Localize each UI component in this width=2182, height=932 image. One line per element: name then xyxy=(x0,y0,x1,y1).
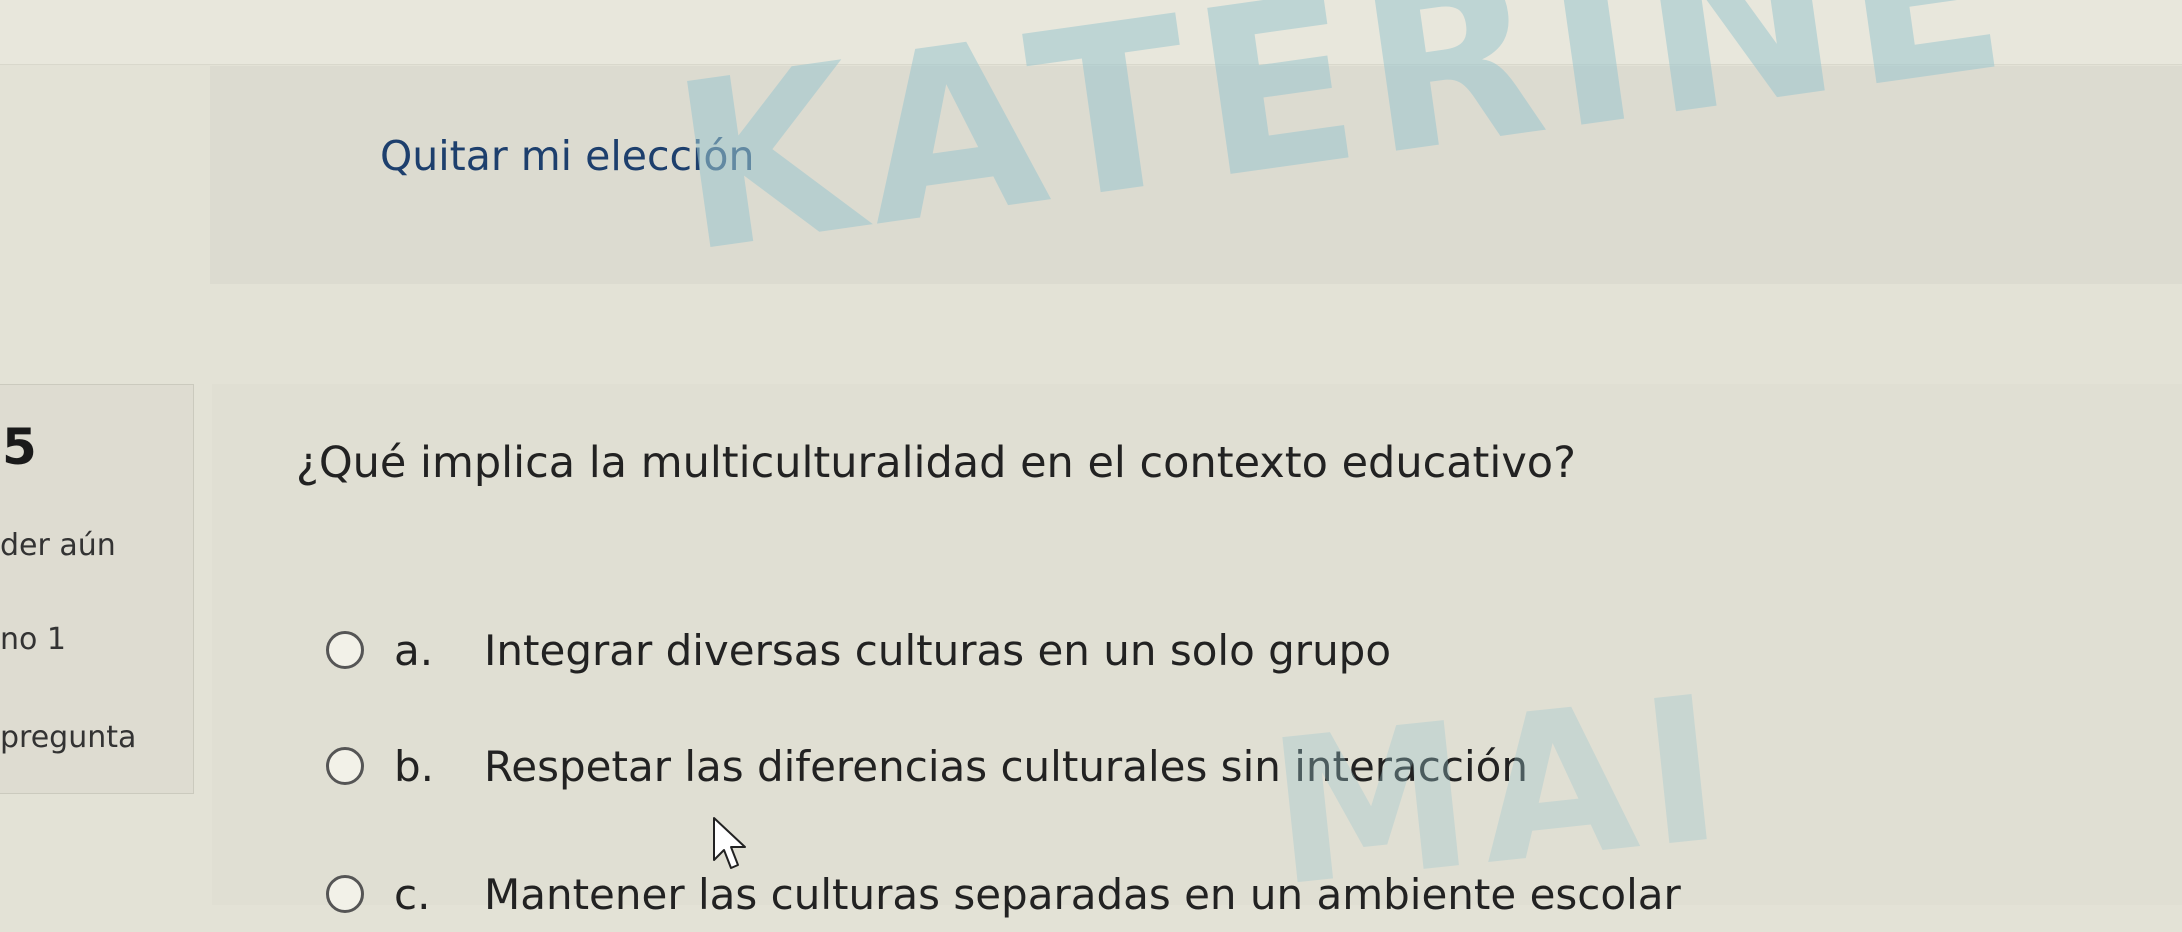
answer-option-a[interactable]: a. Integrar diversas culturas en un solo… xyxy=(326,622,1391,678)
answer-option-c[interactable]: c. Mantener las culturas separadas en un… xyxy=(326,866,1681,922)
question-number: 5 xyxy=(2,418,37,476)
answer-option-b[interactable]: b. Respetar las diferencias culturales s… xyxy=(326,738,1528,794)
option-label: Mantener las culturas separadas en un am… xyxy=(484,869,1681,919)
clear-choice-link[interactable]: Quitar mi elección xyxy=(380,132,755,180)
option-label: Respetar las diferencias culturales sin … xyxy=(484,741,1528,791)
flag-question-link[interactable]: pregunta xyxy=(0,720,136,755)
option-label: Integrar diversas culturas en un solo gr… xyxy=(484,625,1392,675)
question-mark: no 1 xyxy=(0,622,66,657)
radio-button-c[interactable] xyxy=(326,875,364,913)
option-letter: a. xyxy=(394,625,434,675)
option-letter: b. xyxy=(394,741,435,791)
question-state: der aún xyxy=(0,528,116,563)
radio-button-b[interactable] xyxy=(326,747,364,785)
option-letter: c. xyxy=(394,869,431,919)
question-text: ¿Qué implica la multiculturalidad en el … xyxy=(296,438,1576,488)
top-strip xyxy=(0,0,2182,65)
mouse-cursor-icon xyxy=(713,817,746,869)
radio-button-a[interactable] xyxy=(326,631,364,669)
